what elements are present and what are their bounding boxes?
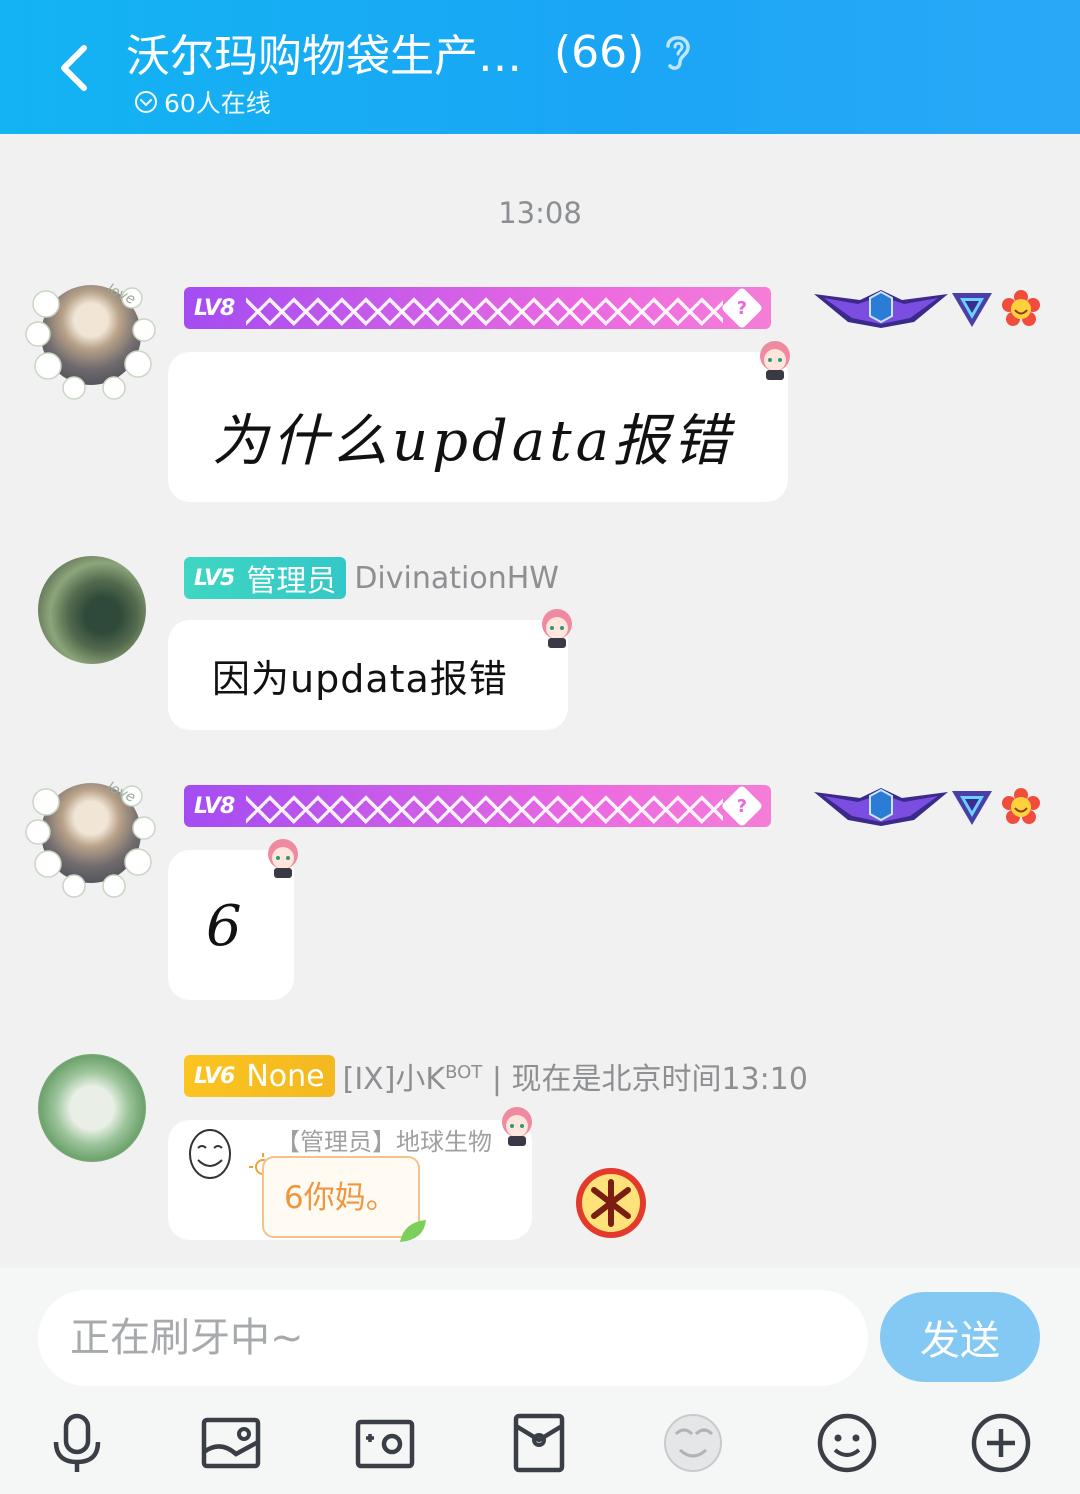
flower-wreath-frame: love <box>25 281 156 400</box>
flower-face-icon[interactable] <box>1002 290 1040 328</box>
online-status[interactable]: 60人在线 <box>134 84 271 120</box>
role-title: 管理员 <box>246 564 337 599</box>
avatar-face-icon <box>664 1414 722 1472</box>
quoted-message-card[interactable]: 6你妈。 <box>262 1156 426 1242</box>
message-timestamp: 13:08 <box>498 196 582 230</box>
camera-button[interactable] <box>350 1408 420 1478</box>
sender-nickname[interactable]: DivinationHW <box>354 561 559 596</box>
avatar[interactable]: love <box>24 766 158 900</box>
rank-wings-icon[interactable] <box>814 784 948 830</box>
online-count: 60人在线 <box>164 89 271 118</box>
red-packet-icon <box>513 1413 565 1473</box>
question-diamond-icon: ? <box>720 785 764 827</box>
more-button[interactable] <box>966 1408 1036 1478</box>
avatar[interactable] <box>38 1054 146 1162</box>
message-bubble[interactable]: 为什么updata报错 <box>168 352 788 502</box>
avatar[interactable]: love <box>24 268 158 402</box>
level-badge[interactable]: LV5 管理员 <box>184 557 347 599</box>
plus-icon <box>971 1413 1031 1473</box>
level-label: LV5 <box>194 565 235 591</box>
quoted-message-text: 6你妈。 <box>284 1180 397 1216</box>
leaf-icon <box>400 1220 426 1242</box>
chevron-down-circle-icon <box>135 91 157 113</box>
rank-wings-icon[interactable] <box>814 286 948 332</box>
flower-face-icon[interactable] <box>1002 788 1040 826</box>
message-bubble[interactable]: 因为updata报错 <box>168 620 568 730</box>
member-count[interactable]: (66) <box>554 27 644 78</box>
super-emoji-button[interactable] <box>658 1408 728 1478</box>
message-bubble[interactable]: 【管理员】地球生物 6你妈。 <box>168 1120 532 1242</box>
reaction-sticker-icon[interactable] <box>574 1166 648 1240</box>
group-title[interactable]: 沃尔玛购物袋生产… <box>126 20 522 84</box>
meme-face-icon <box>189 1129 231 1179</box>
svg-text:love: love <box>104 281 137 308</box>
camera-icon <box>355 1419 415 1469</box>
message-text: 6 <box>206 894 242 959</box>
image-button[interactable] <box>196 1408 266 1478</box>
question-diamond-icon: ? <box>720 287 764 329</box>
voice-button[interactable] <box>42 1408 112 1478</box>
svg-text:love: love <box>104 779 137 806</box>
sender-nickname[interactable]: [IX]小KBOT | 现在是北京时间13:10 <box>343 1054 808 1098</box>
flower-wreath-frame: love <box>25 779 156 898</box>
pink-hair-girl-sticker <box>542 609 572 648</box>
message-text: 因为updata报错 <box>212 657 508 701</box>
input-toolbar <box>0 1408 1080 1478</box>
level-badge[interactable]: LV8 ? <box>184 287 771 329</box>
rank-triangle-icon[interactable] <box>950 785 994 829</box>
role-title: None <box>246 1058 325 1094</box>
pink-hair-girl-sticker <box>760 341 790 380</box>
pink-hair-girl-sticker <box>502 1107 532 1146</box>
reply-author: 【管理员】地球生物 <box>276 1128 492 1156</box>
level-badge[interactable]: LV6 None <box>184 1055 335 1097</box>
level-label: LV6 <box>194 1063 235 1089</box>
message-input[interactable] <box>38 1290 868 1386</box>
pink-hair-girl-sticker <box>268 839 298 878</box>
send-button[interactable]: 发送 <box>880 1292 1040 1382</box>
back-button[interactable] <box>50 40 100 96</box>
emoji-icon <box>817 1413 877 1473</box>
red-packet-button[interactable] <box>504 1408 574 1478</box>
level-badge[interactable]: LV8 ? <box>184 785 771 827</box>
ear-icon[interactable] <box>658 30 696 74</box>
message-text: 为什么updata报错 <box>212 409 734 474</box>
microphone-icon <box>53 1413 101 1472</box>
chat-header: 沃尔玛购物袋生产… (66) 60人在线 <box>0 0 1080 134</box>
image-icon <box>201 1417 261 1469</box>
input-area: 发送 <box>0 1268 1080 1494</box>
level-label: LV8 <box>194 295 235 321</box>
avatar[interactable] <box>38 556 146 664</box>
emoji-button[interactable] <box>812 1408 882 1478</box>
level-label: LV8 <box>194 793 235 819</box>
rank-triangle-icon[interactable] <box>950 287 994 331</box>
chevron-left-icon <box>61 45 87 91</box>
